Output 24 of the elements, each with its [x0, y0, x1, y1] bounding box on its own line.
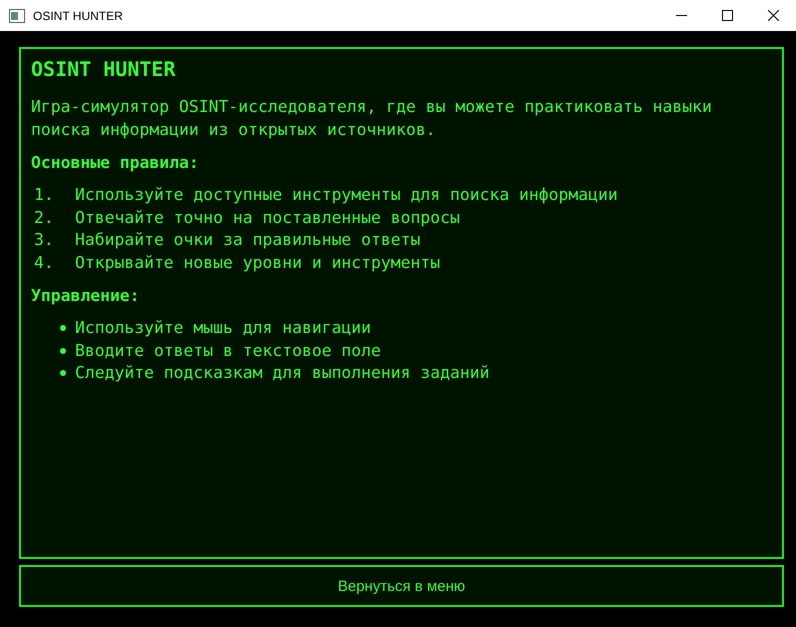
game-title: OSINT HUNTER [31, 57, 176, 81]
back-to-menu-button[interactable]: Вернуться в меню [19, 565, 784, 607]
minimize-icon[interactable] [676, 15, 686, 16]
section-heading: Основные правила: [31, 153, 200, 172]
list-item-text: Отвечайте точно на поставленные вопросы [75, 206, 460, 228]
list-item-text: Набирайте очки за правильные ответы [75, 229, 420, 251]
maximize-icon[interactable] [722, 10, 732, 21]
intro-text: Игра-симулятор OSINT-исследователя, где вы можете практиковать навыки поиска информации из открытых источников. [31, 96, 713, 141]
section-heading: Управление: [31, 286, 141, 305]
bullet-icon [60, 348, 66, 354]
list-item-text: Открывайте новые уровни и инструменты [75, 252, 440, 274]
list-number: 1. [33, 184, 55, 206]
list-item-text: Вводите ответы в текстовое поле [75, 340, 381, 362]
list-number: 3. [33, 229, 55, 251]
list-number: 4. [33, 252, 55, 274]
list-item-text: Используйте мышь для навигации [75, 317, 372, 339]
window-title: OSINT HUNTER [33, 8, 123, 22]
list-number: 2. [33, 206, 55, 228]
app-icon [9, 8, 25, 22]
bullet-icon [60, 370, 66, 376]
close-icon[interactable] [768, 10, 778, 21]
list-item-text: Следуйте подсказкам для выполнения заданий [75, 362, 490, 384]
list-item-text: Используйте доступные инструменты для поиска информации [75, 184, 618, 206]
bullet-icon [60, 325, 66, 332]
